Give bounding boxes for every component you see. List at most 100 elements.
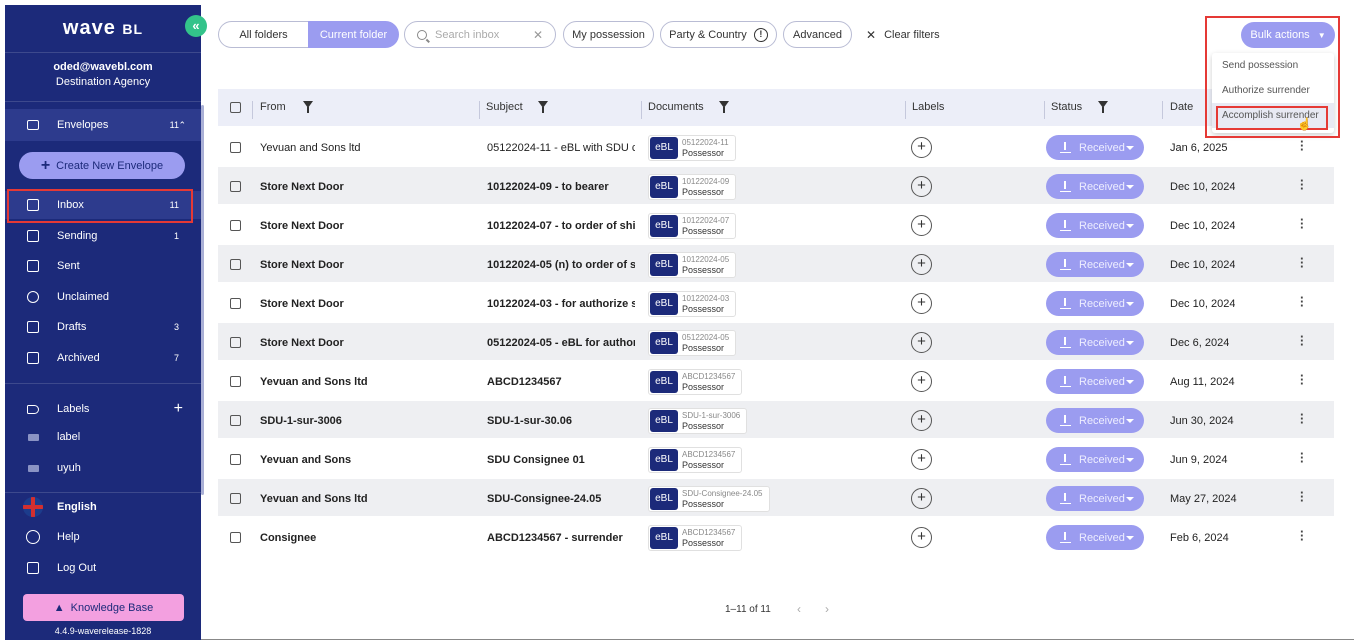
sidebar-scrollbar[interactable] <box>201 105 204 495</box>
row-checkbox[interactable] <box>230 181 241 192</box>
more-options-icon[interactable]: · · · <box>1300 330 1304 351</box>
add-label-button[interactable]: + <box>911 215 932 236</box>
add-label-button[interactable]: + <box>911 449 932 470</box>
prev-page-button[interactable]: ‹ <box>797 602 801 616</box>
document-chip[interactable]: eBL 10122024-09 Possessor <box>648 174 737 200</box>
status-dropdown[interactable]: Received <box>1046 525 1144 550</box>
add-label-plus-icon[interactable]: + <box>174 400 183 418</box>
document-chip[interactable]: eBL 10122024-05 Possessor <box>648 252 737 278</box>
party-country-filter[interactable]: Party & Country ! <box>660 21 777 48</box>
envelopes-header[interactable]: Envelopes 11 ⌃ <box>5 109 201 141</box>
column-header-from[interactable]: From <box>260 101 286 113</box>
add-label-button[interactable]: + <box>911 410 932 431</box>
status-dropdown[interactable]: Received <box>1046 291 1144 316</box>
row-checkbox[interactable] <box>230 142 241 153</box>
all-folders-toggle[interactable]: All folders <box>218 21 308 48</box>
table-row[interactable]: Yevuan and Sons ltd SDU-Consignee-24.05 … <box>218 479 1334 517</box>
status-dropdown[interactable]: Received <box>1046 408 1144 433</box>
document-chip[interactable]: eBL ABCD1234567 Possessor <box>648 525 743 551</box>
table-row[interactable]: Store Next Door 10122024-09 - to bearer … <box>218 167 1334 205</box>
row-checkbox[interactable] <box>230 337 241 348</box>
sidebar-item-drafts[interactable]: Drafts 3 <box>5 313 201 341</box>
my-possession-filter[interactable]: My possession <box>563 21 654 48</box>
row-checkbox[interactable] <box>230 298 241 309</box>
sidebar-item-unclaimed[interactable]: Unclaimed <box>5 283 201 311</box>
status-dropdown[interactable]: Received <box>1046 174 1144 199</box>
language-selector[interactable]: English <box>5 493 201 521</box>
status-dropdown[interactable]: Received <box>1046 486 1144 511</box>
chevron-up-icon[interactable]: ⌃ <box>178 120 186 131</box>
knowledge-base-button[interactable]: ▲ Knowledge Base <box>23 594 184 621</box>
document-chip[interactable]: eBL SDU-1-sur-3006 Possessor <box>648 408 748 434</box>
column-header-date[interactable]: Date <box>1170 101 1193 113</box>
column-header-labels[interactable]: Labels <box>912 101 944 113</box>
clear-search-icon[interactable]: ✕ <box>533 28 543 42</box>
clear-filters-button[interactable]: ✕ Clear filters <box>866 21 940 48</box>
add-label-button[interactable]: + <box>911 488 932 509</box>
current-folder-toggle[interactable]: Current folder <box>308 21 399 48</box>
more-options-icon[interactable]: · · · <box>1300 447 1304 468</box>
row-checkbox[interactable] <box>230 415 241 426</box>
document-chip[interactable]: eBL 05122024-05 Possessor <box>648 330 737 356</box>
create-new-envelope-button[interactable]: + Create New Envelope <box>19 152 185 179</box>
table-row[interactable]: Yevuan and Sons ltd ABCD1234567 eBL ABCD… <box>218 362 1334 400</box>
row-checkbox[interactable] <box>230 220 241 231</box>
select-all-checkbox[interactable] <box>230 102 241 113</box>
table-row[interactable]: Store Next Door 10122024-07 - to order o… <box>218 206 1334 244</box>
add-label-button[interactable]: + <box>911 371 932 392</box>
column-header-status[interactable]: Status <box>1051 101 1082 113</box>
table-row[interactable]: Store Next Door 05122024-05 - eBL for au… <box>218 323 1334 361</box>
next-page-button[interactable]: › <box>825 602 829 616</box>
add-label-button[interactable]: + <box>911 527 932 548</box>
status-dropdown[interactable]: Received <box>1046 252 1144 277</box>
more-options-icon[interactable]: · · · <box>1300 252 1304 273</box>
document-chip[interactable]: eBL SDU-Consignee-24.05 Possessor <box>648 486 770 512</box>
filter-status-icon[interactable] <box>1098 101 1108 113</box>
column-header-subject[interactable]: Subject <box>486 101 523 113</box>
table-row[interactable]: Consignee ABCD1234567 - surrender eBL AB… <box>218 518 1334 556</box>
more-options-icon[interactable]: · · · <box>1300 525 1304 546</box>
table-row[interactable]: SDU-1-sur-3006 SDU-1-sur-30.06 eBL SDU-1… <box>218 401 1334 439</box>
more-options-icon[interactable]: · · · <box>1300 291 1304 312</box>
more-options-icon[interactable]: · · · <box>1300 213 1304 234</box>
add-label-button[interactable]: + <box>911 176 932 197</box>
status-dropdown[interactable]: Received <box>1046 330 1144 355</box>
add-label-button[interactable]: + <box>911 137 932 158</box>
more-options-icon[interactable]: · · · <box>1300 486 1304 507</box>
logout-link[interactable]: Log Out <box>5 554 201 582</box>
filter-subject-icon[interactable] <box>538 101 548 113</box>
document-chip[interactable]: eBL 10122024-07 Possessor <box>648 213 737 239</box>
sidebar-item-archived[interactable]: Archived 7 <box>5 344 201 372</box>
filter-documents-icon[interactable] <box>719 101 729 113</box>
status-dropdown[interactable]: Received <box>1046 369 1144 394</box>
document-chip[interactable]: eBL ABCD1234567 Possessor <box>648 369 743 395</box>
document-chip[interactable]: eBL ABCD1234567 Possessor <box>648 447 743 473</box>
table-row[interactable]: Store Next Door 10122024-03 - for author… <box>218 284 1334 322</box>
status-dropdown[interactable]: Received <box>1046 213 1144 238</box>
more-options-icon[interactable]: · · · <box>1300 408 1304 429</box>
filter-from-icon[interactable] <box>303 101 313 113</box>
table-row[interactable]: Store Next Door 10122024-05 (n) to order… <box>218 245 1334 283</box>
more-options-icon[interactable]: · · · <box>1300 135 1304 156</box>
sidebar-label-item[interactable]: uyuh <box>5 454 201 482</box>
advanced-filter[interactable]: Advanced <box>783 21 852 48</box>
row-checkbox[interactable] <box>230 493 241 504</box>
add-label-button[interactable]: + <box>911 254 932 275</box>
row-checkbox[interactable] <box>230 454 241 465</box>
row-checkbox[interactable] <box>230 376 241 387</box>
more-options-icon[interactable]: · · · <box>1300 369 1304 390</box>
table-row[interactable]: Yevuan and Sons ltd 05122024-11 - eBL wi… <box>218 128 1334 166</box>
row-checkbox[interactable] <box>230 259 241 270</box>
search-input[interactable]: Search inbox ✕ <box>404 21 556 48</box>
more-options-icon[interactable]: · · · <box>1300 174 1304 195</box>
document-chip[interactable]: eBL 05122024-11 Possessor <box>648 135 736 161</box>
row-checkbox[interactable] <box>230 532 241 543</box>
sidebar-label-item[interactable]: label <box>5 423 201 451</box>
add-label-button[interactable]: + <box>911 293 932 314</box>
sidebar-item-sending[interactable]: Sending 1 <box>5 222 201 250</box>
status-dropdown[interactable]: Received <box>1046 447 1144 472</box>
status-dropdown[interactable]: Received <box>1046 135 1144 160</box>
add-label-button[interactable]: + <box>911 332 932 353</box>
document-chip[interactable]: eBL 10122024-03 Possessor <box>648 291 737 317</box>
column-header-documents[interactable]: Documents <box>648 101 704 113</box>
